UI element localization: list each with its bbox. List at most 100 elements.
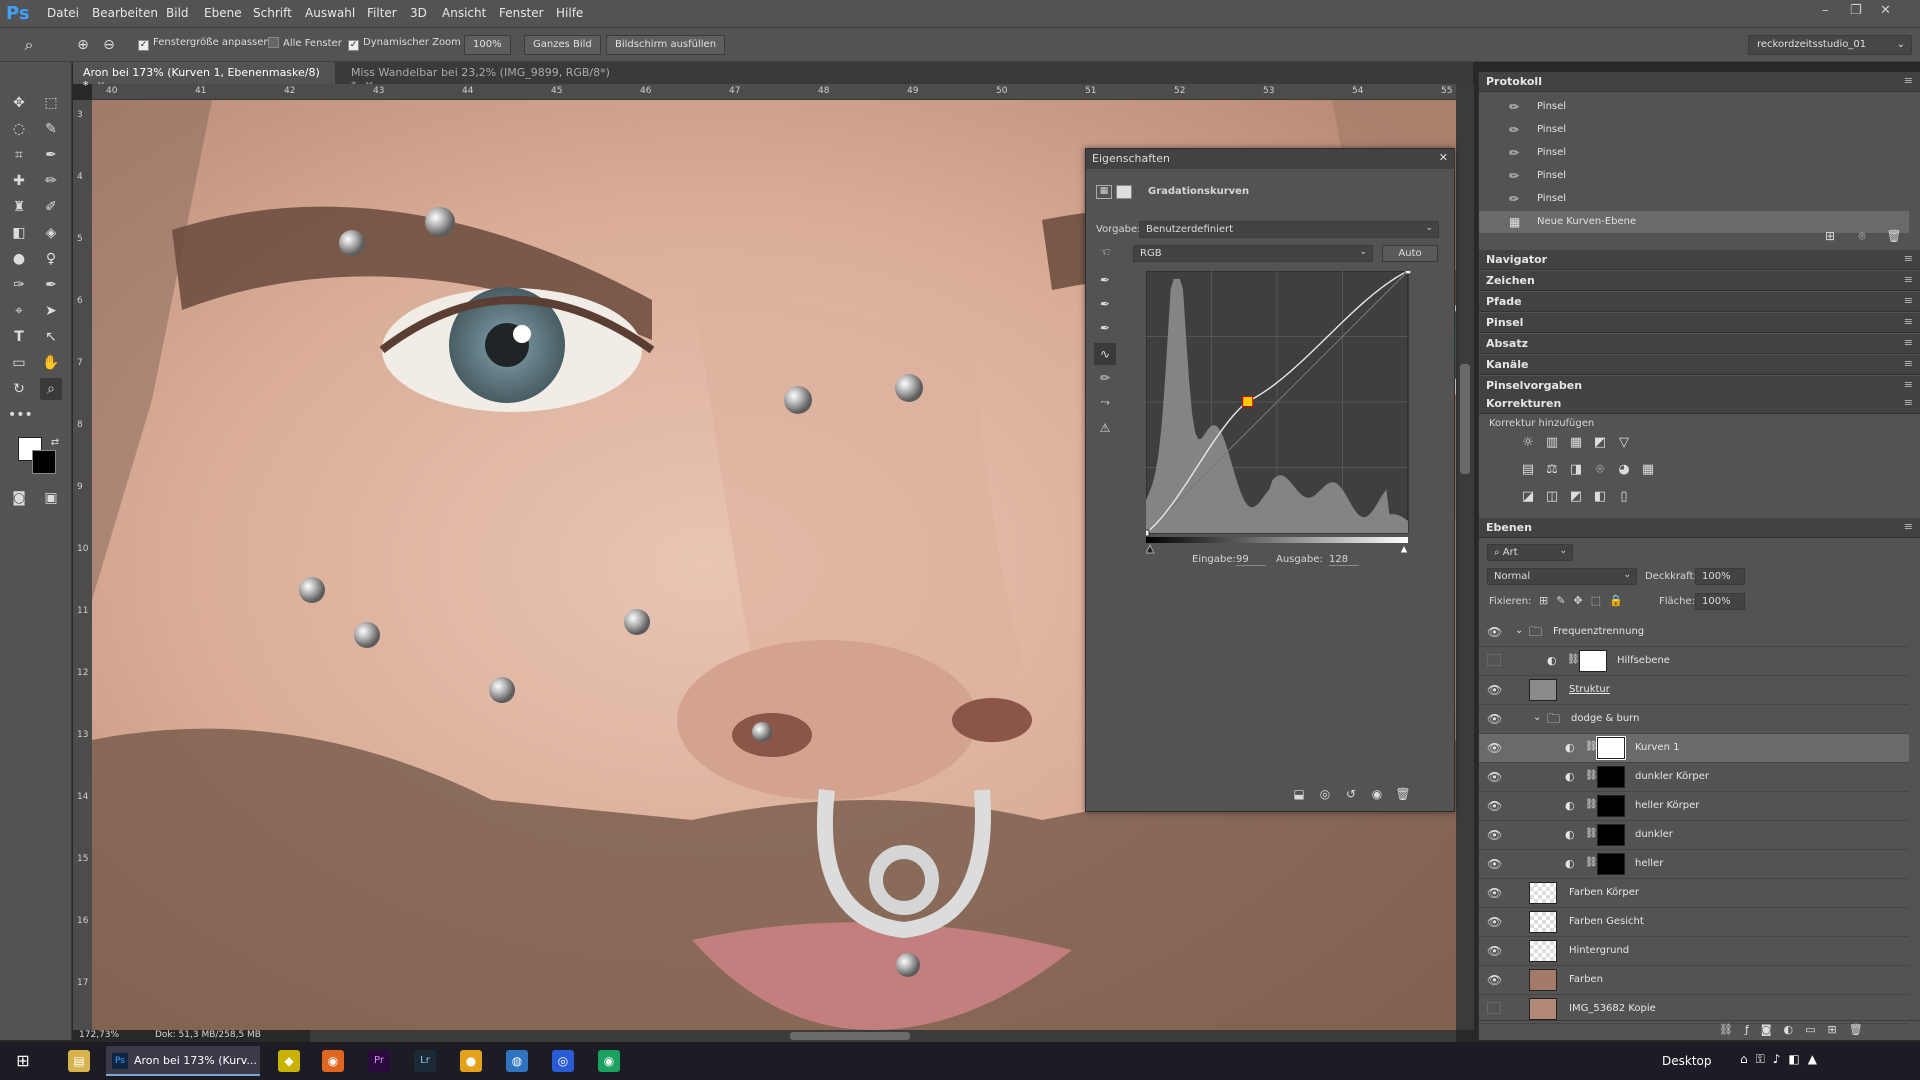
link-icon[interactable]: ⛓ xyxy=(1585,741,1598,752)
eraser-tool-icon[interactable]: ◧ xyxy=(8,222,30,244)
link-icon[interactable]: ⛓ xyxy=(1585,770,1598,781)
adjustment-icon[interactable]: ▦ xyxy=(1565,432,1587,454)
link-icon[interactable]: ⛓ xyxy=(1585,828,1598,839)
input-value[interactable]: 99 xyxy=(1236,554,1266,566)
menu-auswahl[interactable]: Auswahl xyxy=(305,6,355,20)
lock-icons[interactable]: ⊞✎✥⬚🔒 xyxy=(1539,594,1631,607)
layer-mask-thumbnail[interactable] xyxy=(1597,766,1625,788)
app-icon[interactable]: ◆ xyxy=(278,1050,300,1072)
system-tray-icons[interactable]: ⌂⚿♪◧▲ xyxy=(1740,1052,1825,1067)
layer-action-icons[interactable]: ⛓ƒ◙◐▭⊞🗑 xyxy=(1719,1023,1875,1036)
adjustment-icon[interactable]: ◫ xyxy=(1541,486,1563,508)
brush-tool-icon[interactable]: ✏ xyxy=(40,170,62,192)
visibility-eye-icon[interactable]: 👁 xyxy=(1487,625,1502,639)
fill-input[interactable]: 100% xyxy=(1695,593,1745,610)
history-state[interactable]: ✏ Pinsel xyxy=(1479,96,1909,118)
layer-row[interactable]: 👁 Hintergrund xyxy=(1479,937,1909,966)
visibility-eye-icon[interactable]: ◉ xyxy=(1366,783,1388,805)
layer-row[interactable]: 👁 ◐ ⛓ heller xyxy=(1479,850,1909,879)
scroll-thumb[interactable] xyxy=(790,1032,910,1040)
taskbar-photoshop-window[interactable]: Ps Aron bei 173% (Kurv... xyxy=(106,1046,260,1076)
history-state[interactable]: ✏ Pinsel xyxy=(1479,188,1909,210)
adjustment-icon[interactable]: ◪ xyxy=(1517,486,1539,508)
firefox-icon[interactable]: ◉ xyxy=(322,1050,344,1072)
rectangle-tool-icon[interactable]: ▭ xyxy=(8,352,30,374)
pen-tool-icon[interactable]: ✑ xyxy=(8,274,30,296)
pencil-draw-icon[interactable]: ✏ xyxy=(1094,367,1116,389)
layer-row[interactable]: 👁 ⌄ 🗀 dodge & burn xyxy=(1479,705,1909,734)
visibility-eye-icon[interactable]: 👁 xyxy=(1487,770,1502,784)
panel-header-4[interactable]: Absatz ≡ xyxy=(1479,334,1920,354)
history-state[interactable]: ✏ Pinsel xyxy=(1479,165,1909,187)
adjustment-icon[interactable]: ▯ xyxy=(1613,486,1635,508)
visibility-eye-icon[interactable]: 👁 xyxy=(1487,828,1502,842)
folder-icon[interactable]: ● xyxy=(460,1050,482,1072)
more-tools-icon[interactable]: ••• xyxy=(8,404,33,426)
menu-icon[interactable]: ≡ xyxy=(1904,294,1913,307)
panel-header-3[interactable]: Pinsel ≡ xyxy=(1479,313,1920,333)
adjustment-icon[interactable]: ◕ xyxy=(1613,459,1635,481)
history-state[interactable]: ▦ Neue Kurven-Ebene xyxy=(1479,211,1909,233)
panel-header-1[interactable]: Zeichen ≡ xyxy=(1479,271,1920,291)
layer-row[interactable]: 👁 Struktur xyxy=(1479,676,1909,705)
gray-point-eyedropper-icon[interactable]: ✒ xyxy=(1094,293,1116,315)
marquee-tool-icon[interactable]: ⬚ xyxy=(40,92,62,114)
fill-screen-button[interactable]: Bildschirm ausfüllen xyxy=(606,35,726,55)
path-select-icon[interactable]: ➤ xyxy=(40,300,62,322)
hand-tool-icon[interactable]: ✋ xyxy=(40,352,62,374)
menu-icon[interactable]: ≡ xyxy=(1904,74,1913,87)
restore-button[interactable]: ❐ xyxy=(1850,3,1862,18)
visibility-eye-icon[interactable]: 👁 xyxy=(1487,799,1502,813)
menu-datei[interactable]: Datei xyxy=(47,6,79,20)
all-windows-checkbox[interactable]: Alle Fenster xyxy=(268,37,342,49)
adjustment-icon[interactable]: ◧ xyxy=(1589,486,1611,508)
file-explorer-icon[interactable]: ▤ xyxy=(68,1050,90,1072)
camera-icon[interactable]: ⌾ xyxy=(1851,225,1873,247)
menu-ansicht[interactable]: Ansicht xyxy=(442,6,486,20)
opacity-input[interactable]: 100% xyxy=(1695,568,1745,585)
zoom-in-icon[interactable]: ⊕ xyxy=(72,34,94,56)
layer-row[interactable]: 👁 Farben xyxy=(1479,966,1909,995)
healing-brush-icon[interactable]: ✚ xyxy=(8,170,30,192)
desktop-toolbar-label[interactable]: Desktop xyxy=(1662,1054,1712,1068)
menu-icon[interactable]: ≡ xyxy=(1904,273,1913,286)
new-document-from-state-icon[interactable]: ⊞ xyxy=(1819,225,1841,247)
clipping-warning-icon[interactable]: ⚠ xyxy=(1094,417,1116,439)
adjustment-icon[interactable]: ☼ xyxy=(1517,432,1539,454)
output-value[interactable]: 128 xyxy=(1329,554,1359,566)
curve-point[interactable] xyxy=(1146,529,1150,537)
premiere-icon[interactable]: Pr xyxy=(368,1050,390,1072)
menu-3d[interactable]: 3D xyxy=(410,6,427,20)
menu-icon[interactable]: ≡ xyxy=(1904,336,1913,349)
close-button[interactable]: ✕ xyxy=(1880,3,1891,18)
resize-windows-checkbox[interactable]: ✓ Fenstergröße anpassen xyxy=(138,37,270,51)
menu-fenster[interactable]: Fenster xyxy=(499,6,544,20)
adjustment-icon[interactable]: ⌾ xyxy=(1589,459,1611,481)
direct-select-icon[interactable]: ↖ xyxy=(40,326,62,348)
menu-ebene[interactable]: Ebene xyxy=(204,6,242,20)
visibility-eye-icon[interactable]: 👁 xyxy=(1487,944,1502,958)
visibility-eye-icon[interactable]: 👁 xyxy=(1487,712,1502,726)
visibility-eye-icon[interactable] xyxy=(1487,1002,1501,1014)
mask-icon[interactable] xyxy=(1116,185,1132,199)
menu-icon[interactable]: ≡ xyxy=(1904,520,1913,533)
black-slider[interactable] xyxy=(1146,543,1155,554)
adjustment-icon[interactable]: ▤ xyxy=(1517,459,1539,481)
adjustment-icon[interactable]: ⚖ xyxy=(1541,459,1563,481)
windows-start-icon[interactable]: ⊞ xyxy=(12,1050,34,1072)
properties-header[interactable]: Eigenschaften ✕ xyxy=(1086,149,1454,169)
menu-icon[interactable]: ≡ xyxy=(1904,252,1913,265)
chevron-down-icon[interactable]: ⌄ xyxy=(1533,712,1541,723)
menu-icon[interactable]: ≡ xyxy=(1904,315,1913,328)
minimize-button[interactable]: – xyxy=(1822,3,1829,18)
close-icon[interactable]: ✕ xyxy=(1439,151,1448,164)
zoom-level[interactable]: 172,73% xyxy=(79,1030,119,1040)
history-panel-header[interactable]: Protokoll ≡ xyxy=(1479,72,1920,92)
visibility-eye-icon[interactable]: 👁 xyxy=(1487,915,1502,929)
crop-tool-icon[interactable]: ⌗ xyxy=(8,144,30,166)
zoom-100-button[interactable]: 100% xyxy=(464,35,511,55)
paint-bucket-icon[interactable]: ◈ xyxy=(40,222,62,244)
layer-row[interactable]: 👁 ◐ ⛓ Kurven 1 xyxy=(1479,734,1909,763)
dodge-tool-icon[interactable]: ♀ xyxy=(40,248,62,270)
panel-header-0[interactable]: Navigator ≡ xyxy=(1479,250,1920,270)
